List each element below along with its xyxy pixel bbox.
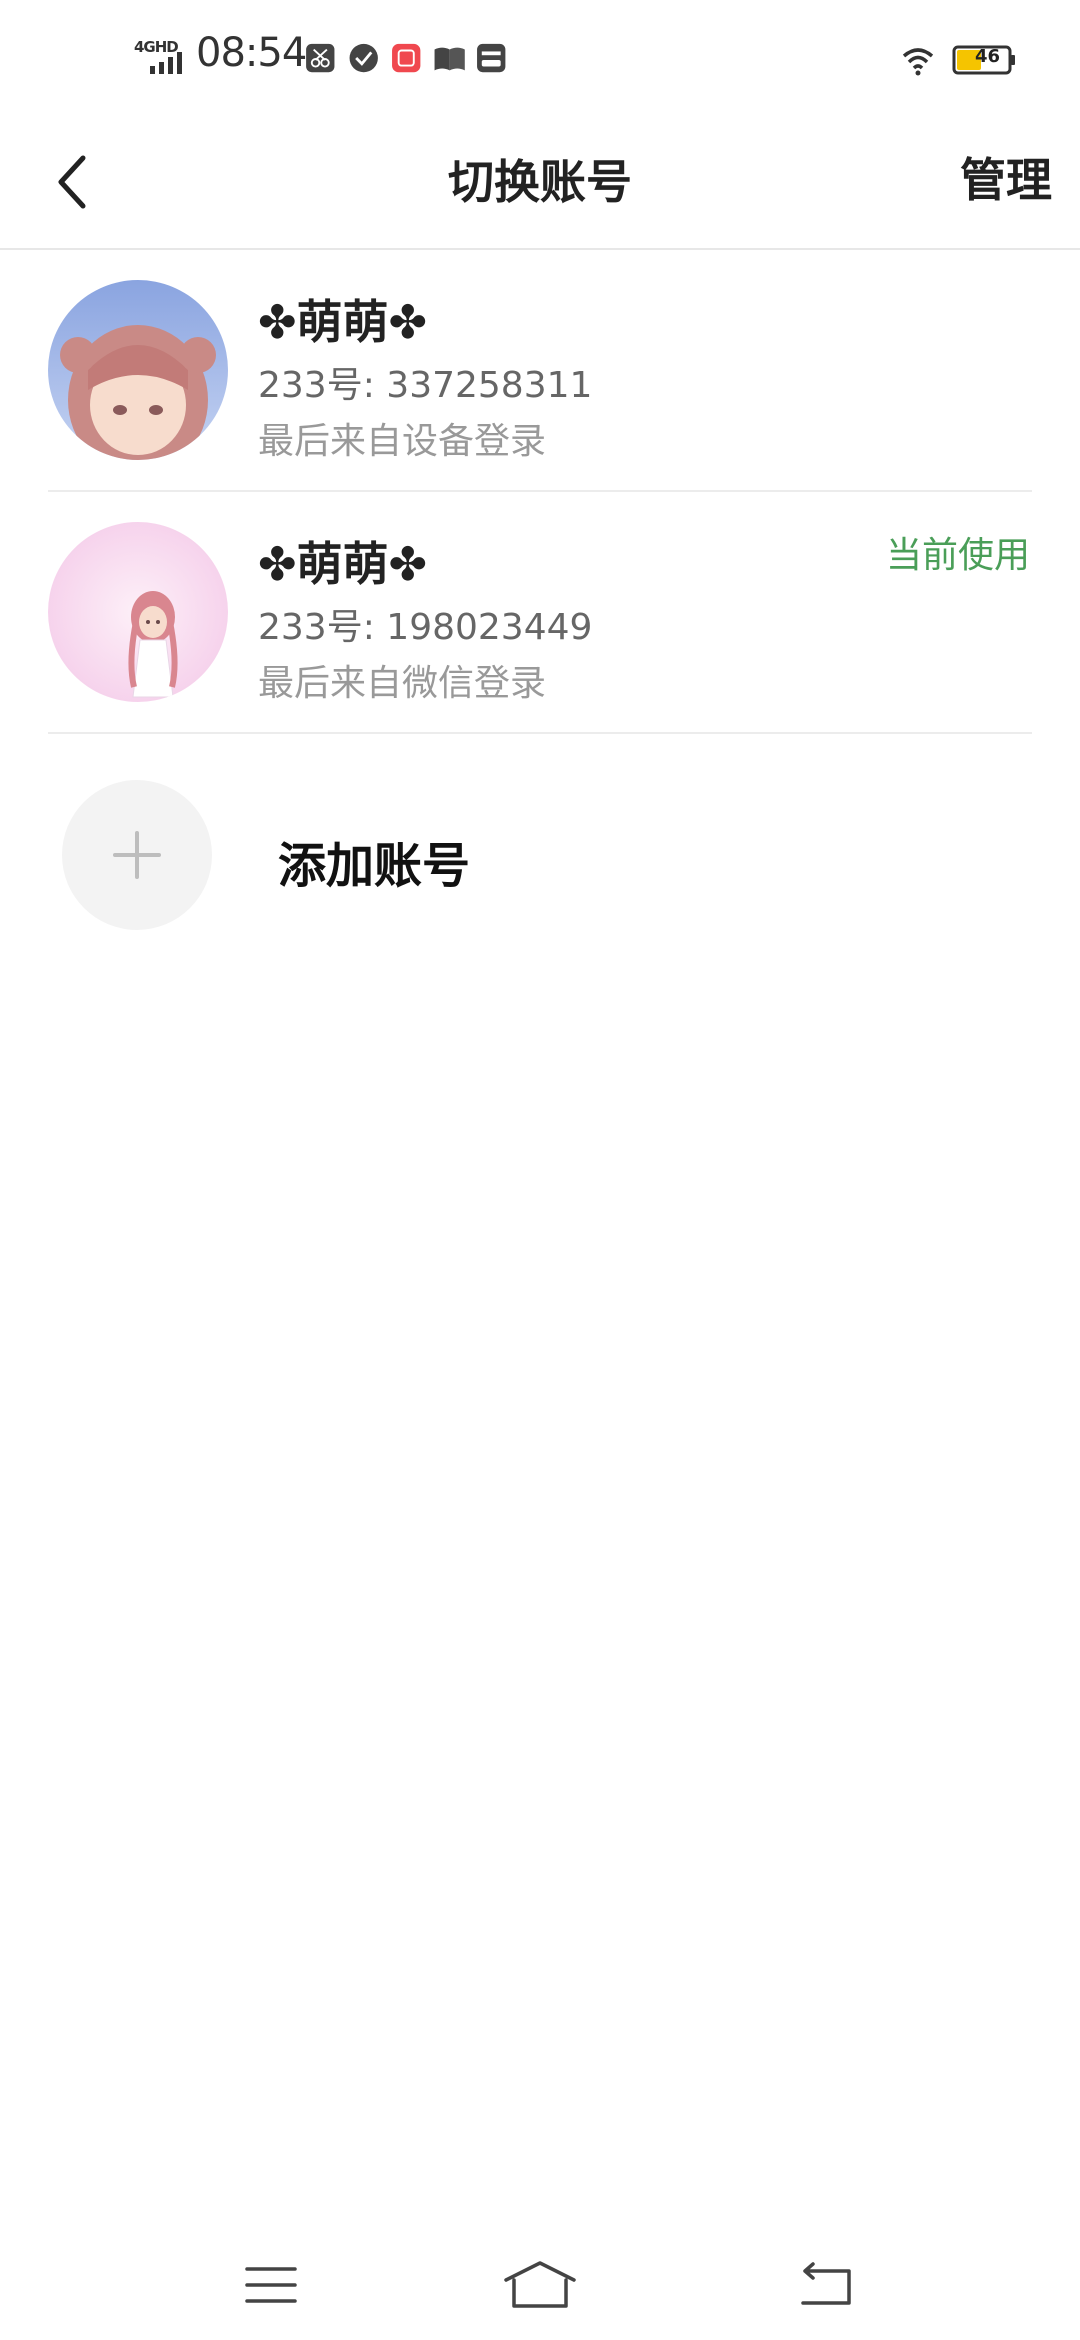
book-icon (434, 47, 465, 71)
account-item[interactable]: ✤萌萌✤ 233号: 198023449 最后来自微信登录 当前使用 (0, 492, 1080, 734)
account-item[interactable]: ✤萌萌✤ 233号: 337258311 最后来自设备登录 (0, 250, 1080, 492)
wifi-icon (902, 48, 934, 76)
avatar (48, 280, 228, 460)
add-circle (62, 780, 212, 930)
divider (48, 732, 1032, 734)
account-name: ✤萌萌✤ (258, 295, 428, 349)
page-title: 切换账号 (448, 155, 632, 209)
status-time: 08:54 (196, 30, 307, 76)
account-login-source: 最后来自设备登录 (258, 421, 547, 462)
wallet-icon (477, 43, 506, 73)
status-bar: 4GHD 08:54 46 (0, 0, 1080, 112)
network-indicator: 4GHD (134, 38, 184, 74)
manage-button[interactable]: 管理 (960, 144, 1052, 210)
cut-icon (306, 43, 335, 73)
notification-icons (306, 43, 506, 73)
screen: 4GHD 08:54 46 切换账号 管理 ✤萌萌✤ 233号: 3372583… (0, 0, 1080, 2340)
system-nav-bar (0, 2230, 1080, 2340)
return-icon (801, 2262, 851, 2305)
check-circle-icon (349, 43, 378, 73)
account-name: ✤萌萌✤ (258, 537, 428, 591)
account-id: 233号: 198023449 (258, 607, 593, 648)
signal-icon (150, 52, 182, 74)
nav-bar: 切换账号 管理 (0, 112, 1080, 250)
menu-icon (245, 2267, 297, 2303)
add-account-label: 添加账号 (278, 838, 471, 894)
account-login-source: 最后来自微信登录 (258, 663, 547, 704)
plus-icon (113, 831, 161, 879)
add-account-button[interactable]: 添加账号 (0, 760, 1080, 940)
video-app-icon (392, 43, 421, 73)
menu-button[interactable] (226, 2250, 316, 2320)
home-button[interactable] (495, 2250, 585, 2320)
current-account-badge: 当前使用 (885, 535, 1030, 576)
battery-level: 46 (974, 46, 1000, 67)
status-right-icons (902, 45, 1015, 76)
back-nav-button[interactable] (780, 2250, 870, 2320)
account-id: 233号: 337258311 (258, 365, 593, 406)
avatar (48, 522, 228, 702)
home-icon (504, 2261, 576, 2308)
